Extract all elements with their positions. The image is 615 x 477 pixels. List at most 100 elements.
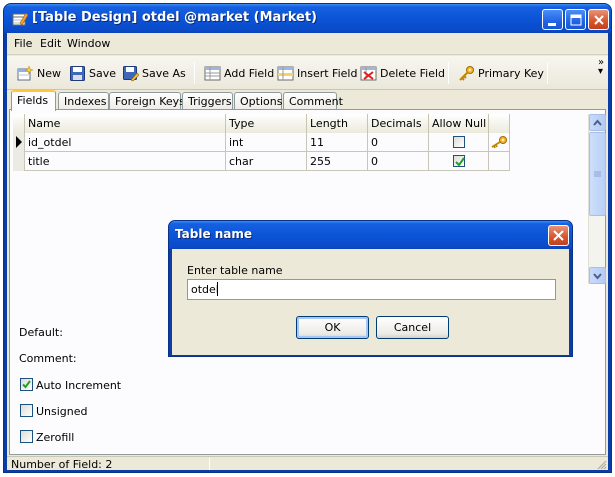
current-row-indicator[interactable] xyxy=(13,133,25,152)
toolbar-separator xyxy=(194,62,195,84)
field-length-cell[interactable]: 11 xyxy=(307,133,368,152)
ok-button[interactable]: OK xyxy=(296,316,369,339)
comment-label: Comment: xyxy=(19,352,77,365)
field-decimals-cell[interactable]: 0 xyxy=(368,152,429,171)
allow-null-checkbox[interactable] xyxy=(453,155,465,167)
tab-triggers[interactable]: Triggers xyxy=(182,92,233,110)
auto-increment-label[interactable]: Auto Increment xyxy=(36,379,121,392)
window-titlebar[interactable]: [Table Design] otdel @market (Market) xyxy=(4,4,611,33)
chevron-down-icon xyxy=(593,273,602,280)
tab-fields[interactable]: Fields xyxy=(11,90,56,111)
dropdown-arrow-icon: ▾ xyxy=(598,66,604,77)
chevron-up-icon xyxy=(593,119,602,126)
toolbar-separator xyxy=(448,62,449,84)
menu-file[interactable]: File xyxy=(14,37,32,50)
key-icon xyxy=(459,65,474,81)
scroll-up-button[interactable] xyxy=(589,114,606,131)
column-header-type[interactable]: Type xyxy=(226,114,307,133)
add-field-label: Add Field xyxy=(224,66,275,80)
toolbar: New Save Save As Add Field Insert Field … xyxy=(7,56,608,90)
grip-icon xyxy=(594,171,601,177)
save-as-icon xyxy=(123,65,139,81)
toolbar-separator xyxy=(547,62,548,84)
primary-key-button[interactable]: Primary Key xyxy=(456,61,546,85)
table-name-input[interactable] xyxy=(187,279,556,300)
scroll-thumb[interactable] xyxy=(589,132,606,216)
auto-increment-checkbox[interactable] xyxy=(20,378,33,391)
column-header-decimals[interactable]: Decimals xyxy=(368,114,429,133)
grid-header-row: Name Type Length Decimals Allow Null xyxy=(13,114,510,133)
tab-comment[interactable]: Comment xyxy=(283,92,343,110)
field-decimals-cell[interactable]: 0 xyxy=(368,133,429,152)
unsigned-label[interactable]: Unsigned xyxy=(36,405,88,418)
minimize-button[interactable] xyxy=(542,9,563,30)
grid-vertical-scrollbar[interactable] xyxy=(588,114,606,284)
primary-key-cell[interactable] xyxy=(489,133,510,152)
row-pointer-icon xyxy=(16,136,22,148)
close-icon xyxy=(553,230,564,241)
maximize-icon xyxy=(570,14,582,26)
dialog-close-button[interactable] xyxy=(548,225,569,246)
resize-grip-icon[interactable] xyxy=(595,458,607,473)
add-field-button[interactable]: Add Field xyxy=(202,61,276,85)
default-label: Default: xyxy=(19,326,63,339)
allow-null-checkbox[interactable] xyxy=(453,136,465,148)
field-name-cell[interactable]: id_otdel xyxy=(25,133,226,152)
menu-bar: File Edit Window xyxy=(7,33,608,55)
toolbar-overflow-button[interactable]: » ▾ xyxy=(598,58,604,77)
minimize-icon xyxy=(548,23,556,26)
dialog-prompt: Enter table name xyxy=(187,264,283,277)
primary-key-cell[interactable] xyxy=(489,152,510,171)
add-field-icon xyxy=(204,66,221,80)
checkmark-icon xyxy=(22,380,31,389)
delete-field-label: Delete Field xyxy=(380,66,446,80)
cancel-button[interactable]: Cancel xyxy=(376,316,449,339)
save-icon xyxy=(70,65,85,81)
zerofill-label[interactable]: Zerofill xyxy=(36,431,74,444)
tab-strip: Fields Indexes Foreign Keys Triggers Opt… xyxy=(7,90,608,111)
field-type-cell[interactable]: int xyxy=(226,133,307,152)
tab-indexes[interactable]: Indexes xyxy=(58,92,109,110)
dialog-titlebar[interactable]: Table name xyxy=(169,221,572,249)
tab-options[interactable]: Options xyxy=(234,92,282,110)
save-button[interactable]: Save xyxy=(67,61,118,85)
table-name-dialog: Table name Enter table name OK Cancel xyxy=(168,220,573,357)
insert-field-icon xyxy=(277,66,294,80)
insert-field-label: Insert Field xyxy=(297,66,358,80)
delete-field-button[interactable]: Delete Field xyxy=(358,61,447,85)
close-button[interactable] xyxy=(588,9,609,30)
menu-edit[interactable]: Edit xyxy=(40,37,61,50)
save-as-button[interactable]: Save As xyxy=(120,61,188,85)
column-header-allow-null[interactable]: Allow Null xyxy=(429,114,489,133)
scroll-down-button[interactable] xyxy=(589,267,606,284)
delete-field-icon xyxy=(360,66,377,80)
table-row[interactable]: title char 255 0 xyxy=(13,152,510,171)
row-indicator[interactable] xyxy=(13,152,25,171)
new-label: New xyxy=(37,66,61,80)
insert-field-button[interactable]: Insert Field xyxy=(275,61,359,85)
zerofill-checkbox[interactable] xyxy=(20,430,33,443)
status-bar: Number of Field: 2 xyxy=(7,456,608,473)
new-table-icon xyxy=(17,64,34,80)
unsigned-checkbox[interactable] xyxy=(20,404,33,417)
new-button[interactable]: New xyxy=(15,61,63,85)
allow-null-cell[interactable] xyxy=(429,133,489,152)
menu-window[interactable]: Window xyxy=(67,37,110,50)
status-separator xyxy=(209,458,210,470)
field-name-cell[interactable]: title xyxy=(25,152,226,171)
primary-key-icon xyxy=(491,136,507,149)
allow-null-cell[interactable] xyxy=(429,152,489,171)
field-length-cell[interactable]: 255 xyxy=(307,152,368,171)
save-label: Save xyxy=(89,66,117,80)
column-header-length[interactable]: Length xyxy=(307,114,368,133)
field-type-cell[interactable]: char xyxy=(226,152,307,171)
row-indicator-header xyxy=(13,114,25,133)
maximize-button[interactable] xyxy=(565,9,586,30)
save-as-label: Save As xyxy=(142,66,186,80)
table-row[interactable]: id_otdel int 11 0 xyxy=(13,133,510,152)
primary-key-label: Primary Key xyxy=(478,66,544,80)
checkmark-icon xyxy=(455,157,465,167)
tab-foreign-keys[interactable]: Foreign Keys xyxy=(109,92,185,110)
column-header-name[interactable]: Name xyxy=(25,114,226,133)
dialog-title: Table name xyxy=(175,227,253,241)
